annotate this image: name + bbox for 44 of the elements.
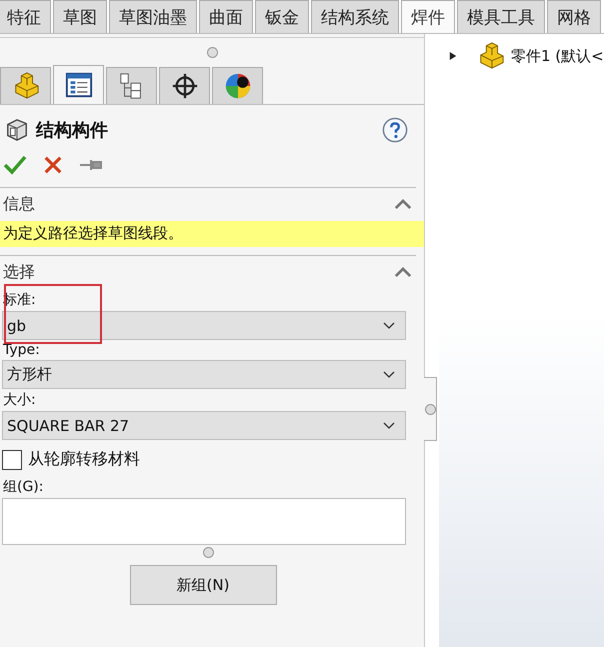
ribbon-tab[interactable]: 网格 [547, 0, 601, 33]
collapse-icon[interactable] [394, 267, 412, 278]
resize-handle[interactable] [206, 46, 218, 58]
dropdown[interactable]: 方形杆 [2, 360, 406, 389]
beam-profile-icon [5, 118, 29, 142]
checkbox[interactable] [2, 450, 22, 470]
tree-item[interactable]: 零件1 (默认<. [511, 46, 604, 66]
caret-icon [383, 322, 395, 329]
caret-icon [383, 422, 395, 429]
color-sphere-icon [224, 72, 252, 100]
checkbox-label: 从轮廓转移材料 [28, 449, 140, 470]
help-icon[interactable] [382, 117, 408, 143]
manager-tab[interactable] [106, 67, 157, 104]
ribbon-tab[interactable]: 钣金 [255, 0, 309, 33]
ribbon-tab[interactable]: 结构系统 [311, 0, 399, 33]
crosshair-icon [170, 72, 198, 100]
info-message: 为定义路径选择草图线段。 [0, 221, 424, 247]
list-icon [64, 71, 92, 99]
manager-tab[interactable] [159, 67, 210, 104]
new-group-button[interactable]: 新组(N) [130, 565, 276, 605]
dropdown[interactable]: SQUARE BAR 27 [2, 411, 406, 440]
dropdown[interactable]: gb [2, 311, 406, 340]
field-label: Type: [2, 341, 41, 360]
manager-tab[interactable] [53, 65, 104, 104]
field-label: 大小: [2, 391, 37, 410]
caret-icon [383, 371, 395, 378]
section-title: 信息 [3, 194, 35, 215]
ok-icon[interactable] [3, 154, 27, 176]
ribbon-tab[interactable]: 模具工具 [457, 0, 545, 33]
field-label: 组(G): [2, 478, 44, 497]
manager-tab[interactable] [212, 67, 263, 104]
splitter-handle[interactable] [424, 377, 437, 441]
ribbon-tab[interactable]: 焊件 [401, 0, 455, 33]
section-title: 选择 [3, 262, 35, 283]
collapse-icon[interactable] [394, 199, 412, 210]
panel-title: 结构构件 [36, 119, 109, 142]
close-icon[interactable] [43, 155, 63, 175]
resize-handle[interactable] [202, 546, 214, 558]
ribbon-tab[interactable]: 特征 [0, 0, 51, 33]
ribbon-tab[interactable]: 曲面 [199, 0, 253, 33]
pin-icon[interactable] [79, 158, 103, 172]
ribbon-tab[interactable]: 草图油墨 [109, 0, 197, 33]
expand-arrow-icon[interactable] [449, 51, 457, 61]
ribbon-tab[interactable]: 草图 [53, 0, 107, 33]
